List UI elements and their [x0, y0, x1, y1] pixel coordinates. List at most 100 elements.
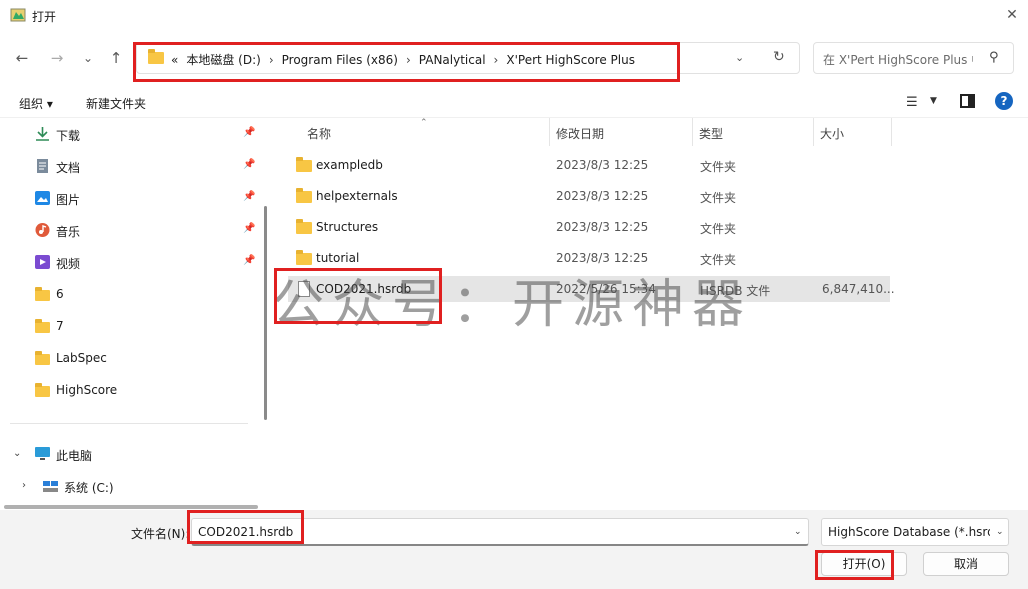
file-type-value: HighScore Database (*.hsrdb) [828, 525, 990, 539]
file-type: 文件夹 [700, 222, 737, 236]
app-icon [10, 8, 26, 22]
folder-icon [296, 219, 312, 234]
file-name: helpexternals [316, 189, 398, 203]
file-row-helpexternals[interactable]: helpexternals 2023/8/3 12:25 文件夹 [288, 183, 890, 209]
view-options-icon[interactable]: ☰ [906, 95, 918, 110]
sidebar-item-label: 系统 (C:) [64, 481, 114, 495]
sidebar-item-label: 音乐 [56, 225, 81, 239]
recent-locations-button[interactable]: ⌄ [76, 46, 100, 70]
sidebar-item-label: 7 [56, 319, 64, 333]
sidebar-item-label: LabSpec [56, 351, 107, 365]
music-icon [35, 223, 50, 237]
sidebar-item-documents[interactable]: 文档 📌 [0, 151, 258, 181]
search-input[interactable]: 在 X'Pert HighScore Plus 中搜索 [823, 51, 973, 68]
address-dropdown-icon[interactable]: ⌄ [735, 51, 744, 64]
folder-icon [35, 383, 50, 397]
file-type: 文件夹 [700, 160, 737, 174]
column-header-size[interactable]: 大小 [820, 125, 844, 142]
preview-pane-icon[interactable] [960, 94, 975, 108]
sidebar-item-this-pc[interactable]: ⌄ 此电脑 [0, 439, 258, 469]
sidebar-item-folder-7[interactable]: 7 [0, 311, 258, 341]
refresh-icon[interactable]: ↻ [773, 49, 785, 65]
navigation-pane: 下载 📌 文档 📌 图片 📌 音乐 📌 视频 📌 6 7 LabSpec Hig… [0, 118, 270, 510]
pin-icon[interactable]: 📌 [243, 223, 255, 234]
file-name: exampledb [316, 158, 383, 172]
close-icon: ✕ [1006, 7, 1018, 23]
picture-icon [35, 191, 50, 205]
arrow-right-icon: → [50, 49, 64, 67]
title-bar: 打开 ✕ [0, 0, 1028, 32]
organize-button[interactable]: 组织 ▾ [19, 95, 53, 112]
chevron-down-icon: ⌄ [82, 51, 94, 65]
sidebar-item-drive-c[interactable]: › 系统 (C:) [0, 471, 258, 501]
sidebar-item-label: 视频 [56, 257, 81, 271]
pin-icon[interactable]: 📌 [243, 127, 255, 138]
column-header-name[interactable]: 名称 [307, 125, 331, 142]
highlight-file [274, 268, 442, 324]
file-type-select[interactable]: HighScore Database (*.hsrdb) ⌄ [821, 518, 1009, 546]
sidebar-item-highscore[interactable]: HighScore [0, 375, 258, 405]
sidebar-item-label: HighScore [56, 383, 118, 397]
view-dropdown-icon[interactable]: ▼ [930, 96, 937, 106]
arrow-up-icon: ↑ [109, 49, 123, 67]
sidebar-horizontal-scrollbar[interactable] [4, 505, 258, 509]
back-button[interactable]: ← [10, 46, 34, 70]
sidebar-item-label: 文档 [56, 161, 81, 175]
column-separator[interactable] [891, 118, 892, 146]
sidebar-item-label: 下载 [56, 129, 81, 143]
sidebar-item-labspec[interactable]: LabSpec [0, 343, 258, 373]
column-header-date[interactable]: 修改日期 [556, 125, 604, 142]
column-header-type[interactable]: 类型 [699, 125, 723, 142]
sidebar-item-pictures[interactable]: 图片 📌 [0, 183, 258, 213]
sidebar-item-music[interactable]: 音乐 📌 [0, 215, 258, 245]
file-size: 6,847,410... [822, 282, 895, 296]
highlight-open-button [815, 550, 894, 580]
file-type: 文件夹 [700, 191, 737, 205]
pin-icon[interactable]: 📌 [243, 159, 255, 170]
sidebar-item-label: 6 [56, 287, 64, 301]
pin-icon[interactable]: 📌 [243, 191, 255, 202]
help-icon[interactable]: ? [995, 92, 1013, 110]
file-date: 2023/8/3 12:25 [556, 189, 649, 203]
column-separator[interactable] [692, 118, 693, 146]
folder-icon [35, 319, 50, 333]
download-icon [36, 127, 49, 141]
filename-label: 文件名(N): [131, 527, 190, 541]
sidebar-scrollbar[interactable] [264, 206, 267, 420]
chevron-down-icon[interactable]: ⌄ [794, 527, 802, 537]
column-separator[interactable] [813, 118, 814, 146]
sidebar-divider [10, 423, 248, 424]
highlight-address [133, 42, 680, 82]
arrow-left-icon: ← [15, 49, 29, 67]
file-row-structures[interactable]: Structures 2023/8/3 12:25 文件夹 [288, 214, 890, 240]
column-separator[interactable] [549, 118, 550, 146]
window-title: 打开 [32, 10, 57, 24]
command-bar: 组织 ▾ 新建文件夹 ☰ ▼ ? [0, 86, 1028, 118]
highlight-filename [187, 510, 304, 544]
search-icon[interactable]: ⚲ [989, 50, 999, 65]
sidebar-item-folder-6[interactable]: 6 [0, 279, 258, 309]
file-row-exampledb[interactable]: exampledb 2023/8/3 12:25 文件夹 [288, 152, 890, 178]
search-box[interactable]: 在 X'Pert HighScore Plus 中搜索 ⚲ [813, 42, 1014, 74]
folder-icon [296, 188, 312, 203]
sidebar-item-downloads[interactable]: 下载 📌 [0, 119, 258, 149]
file-name: Structures [316, 220, 379, 234]
computer-icon [35, 447, 50, 460]
chevron-right-icon[interactable]: › [22, 480, 26, 491]
new-folder-button[interactable]: 新建文件夹 [86, 95, 146, 112]
sidebar-item-label: 图片 [56, 193, 81, 207]
file-date: 2023/8/3 12:25 [556, 220, 649, 234]
chevron-down-icon[interactable]: ⌄ [13, 448, 21, 459]
folder-icon [35, 351, 50, 365]
close-button[interactable]: ✕ [996, 2, 1028, 28]
sidebar-item-videos[interactable]: 视频 📌 [0, 247, 258, 277]
sidebar-item-label: 此电脑 [56, 449, 93, 463]
chevron-down-icon[interactable]: ⌄ [996, 527, 1004, 537]
document-icon [37, 159, 48, 173]
cancel-button[interactable]: 取消 [923, 552, 1009, 576]
up-button[interactable]: ↑ [104, 46, 128, 70]
folder-icon [35, 287, 50, 301]
pin-icon[interactable]: 📌 [243, 255, 255, 266]
video-icon [35, 255, 50, 269]
forward-button[interactable]: → [45, 46, 69, 70]
